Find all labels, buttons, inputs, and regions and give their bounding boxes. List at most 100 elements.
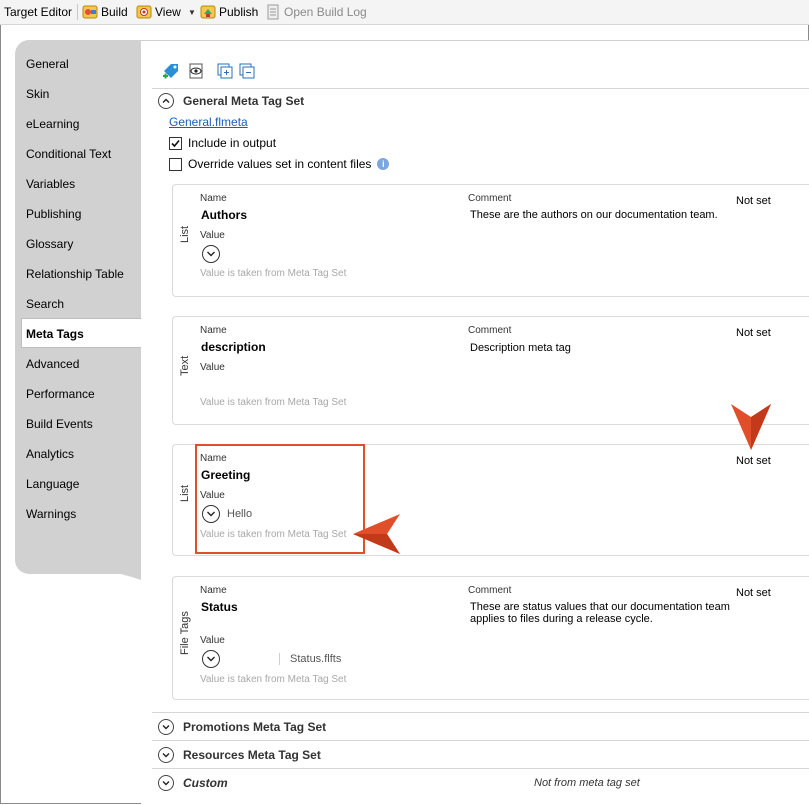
include-output-checkbox[interactable]: Include in output	[169, 136, 276, 150]
promotions-meta-tag-set-header[interactable]: Promotions Meta Tag Set	[158, 716, 326, 738]
open-build-log-button[interactable]: Open Build Log	[265, 4, 367, 20]
tag-status: Not set	[736, 195, 771, 207]
chevron-down-icon	[207, 251, 215, 257]
build-icon	[82, 4, 98, 20]
expand-all-icon	[217, 63, 233, 79]
tag-status: Not set	[736, 455, 771, 467]
checkmark-icon	[171, 139, 180, 147]
tag-comment: These are the authors on our documentati…	[470, 209, 718, 221]
preview-button[interactable]	[187, 62, 205, 80]
publish-button[interactable]: Publish	[200, 4, 258, 20]
tag-type-label: List	[179, 484, 191, 502]
tag-add-icon	[163, 64, 178, 79]
comment-label: Comment	[468, 193, 512, 204]
callout-highlight-box	[195, 444, 365, 554]
include-output-label: Include in output	[188, 136, 277, 150]
nav-item-analytics[interactable]: Analytics	[26, 447, 74, 461]
general-meta-tag-set-header[interactable]: General Meta Tag Set	[158, 90, 304, 112]
tag-value: Status.flfts	[290, 653, 342, 665]
nav-item-elearning[interactable]: eLearning	[26, 117, 79, 131]
view-dropdown-button[interactable]: ▼	[186, 4, 196, 20]
nav-item-advanced[interactable]: Advanced	[26, 357, 79, 371]
checkbox-unchecked[interactable]	[169, 157, 182, 171]
name-label: Name	[200, 585, 227, 596]
toolbar: Target Editor Build View ▼ Publish Open …	[0, 0, 809, 25]
section-title: General Meta Tag Set	[183, 94, 305, 108]
custom-set-note: Not from meta tag set	[534, 777, 640, 789]
meta-file-link[interactable]: General.flmeta	[169, 115, 248, 129]
nav-item-warnings[interactable]: Warnings	[26, 507, 76, 521]
toolbar-separator	[77, 4, 78, 20]
chevron-down-icon	[158, 719, 174, 735]
tag-comment: Description meta tag	[470, 342, 571, 354]
value-label: Value	[200, 230, 225, 241]
eye-icon	[189, 63, 203, 79]
nav-item-build-events[interactable]: Build Events	[26, 417, 93, 431]
add-meta-tag-button[interactable]	[162, 62, 180, 80]
nav-item-publishing[interactable]: Publishing	[26, 207, 81, 221]
tag-name: Authors	[201, 208, 247, 222]
chevron-down-icon	[158, 747, 174, 763]
target-editor-text: Target Editor	[4, 5, 73, 19]
nav-item-meta-tags-label: Meta Tags	[26, 327, 84, 341]
info-icon[interactable]: i	[377, 158, 390, 170]
chevron-down-icon: ▼	[188, 7, 196, 17]
tag-status: Not set	[736, 587, 771, 599]
chevron-up-icon	[158, 93, 174, 109]
nav-item-skin[interactable]: Skin	[26, 87, 49, 101]
build-log-icon	[265, 4, 281, 20]
nav-item-meta-tags[interactable]: Meta Tags	[21, 318, 143, 348]
chevron-down-icon	[158, 775, 174, 791]
custom-meta-tag-set-header[interactable]: Custom	[158, 772, 228, 794]
callout-arrow-left-icon	[353, 514, 400, 554]
nav-item-glossary[interactable]: Glossary	[26, 237, 73, 251]
open-build-log-label: Open Build Log	[284, 5, 367, 19]
value-hint: Value is taken from Meta Tag Set	[200, 674, 347, 685]
nav-item-conditional-text[interactable]: Conditional Text	[26, 147, 111, 161]
resources-meta-tag-set-header[interactable]: Resources Meta Tag Set	[158, 744, 321, 766]
tag-comment: These are status values that our documen…	[470, 601, 730, 625]
view-button[interactable]: View	[136, 4, 181, 20]
callout-arrow-down-icon	[731, 404, 771, 450]
value-hint: Value is taken from Meta Tag Set	[200, 397, 347, 408]
nav-bottom-curve	[15, 540, 141, 580]
build-label: Build	[101, 5, 128, 19]
publish-icon	[200, 4, 216, 20]
nav-item-search[interactable]: Search	[26, 297, 64, 311]
nav-item-general[interactable]: General	[26, 57, 69, 71]
nav-item-relationship-table[interactable]: Relationship Table	[26, 267, 124, 281]
nav-item-variables[interactable]: Variables	[26, 177, 75, 191]
tag-type-label: Text	[179, 355, 191, 376]
value-label: Value	[200, 635, 225, 646]
nav-item-performance[interactable]: Performance	[26, 387, 95, 401]
section-title: Resources Meta Tag Set	[183, 748, 321, 762]
value-hint: Value is taken from Meta Tag Set	[200, 268, 347, 279]
target-editor-label: Target Editor	[4, 4, 72, 20]
build-button[interactable]: Build	[82, 4, 128, 20]
override-values-checkbox[interactable]: Override values set in content files i	[169, 157, 390, 171]
name-label: Name	[200, 193, 227, 204]
view-icon	[136, 4, 152, 20]
view-label: View	[155, 5, 181, 19]
name-label: Name	[200, 325, 227, 336]
tag-type-label: File Tags	[179, 611, 191, 655]
tag-type-label: List	[179, 225, 191, 243]
expand-all-button[interactable]	[216, 62, 234, 80]
divider	[152, 740, 809, 741]
section-title: Custom	[183, 776, 228, 790]
collapse-all-button[interactable]	[238, 62, 256, 80]
comment-label: Comment	[468, 325, 512, 336]
divider	[279, 653, 280, 665]
section-title: Promotions Meta Tag Set	[183, 720, 327, 734]
value-dropdown[interactable]	[202, 650, 220, 668]
publish-label: Publish	[219, 5, 259, 19]
checkbox-checked[interactable]	[169, 136, 182, 150]
value-label: Value	[200, 362, 225, 373]
value-dropdown[interactable]	[202, 245, 220, 263]
collapse-all-icon	[239, 63, 255, 79]
nav-item-language[interactable]: Language	[26, 477, 79, 491]
override-values-label: Override values set in content files	[188, 157, 372, 171]
divider	[152, 712, 809, 713]
tag-name: description	[201, 340, 266, 354]
tag-status: Not set	[736, 327, 771, 339]
